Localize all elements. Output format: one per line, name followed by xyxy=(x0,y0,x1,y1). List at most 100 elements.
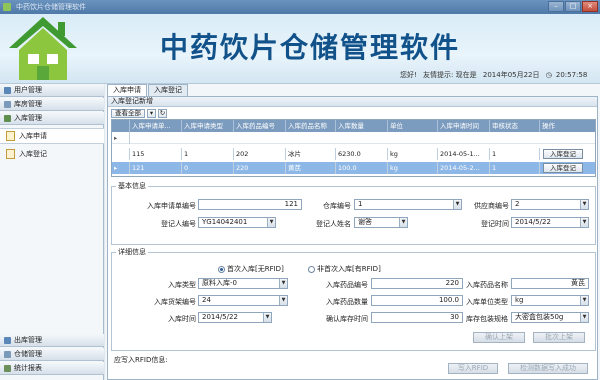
sidebar-item-inbound-register[interactable]: 入库登记 xyxy=(0,146,104,162)
sidebar-item-inbound-apply[interactable]: 入库申请 xyxy=(0,128,104,144)
basic-info-legend: 基本信息 xyxy=(118,182,146,190)
sidebar-group-inbound[interactable]: 入库管理 xyxy=(0,112,104,125)
sidebar-group-storage[interactable]: 仓储管理 xyxy=(0,348,104,361)
document-icon xyxy=(6,149,15,159)
chevron-down-icon[interactable]: ▼ xyxy=(453,200,461,209)
chevron-down-icon[interactable]: ▼ xyxy=(279,279,287,288)
grid-cell: 121 xyxy=(130,162,182,174)
write-rfid-button[interactable]: 写入RFID xyxy=(448,363,498,374)
chevron-down-icon[interactable]: ▼ xyxy=(580,313,588,322)
grid-header-cell[interactable]: 入库申请单... xyxy=(130,120,182,132)
grid-header-cell[interactable]: 操作 xyxy=(540,120,595,132)
registrar-name-select[interactable]: 谢答 ▼ xyxy=(354,217,408,228)
register-button[interactable]: 入库登记 xyxy=(543,163,583,173)
grid-cell: 1 xyxy=(490,162,540,174)
window-controls: – □ × xyxy=(548,1,598,12)
sidebar-group-outbound[interactable]: 出库管理 xyxy=(0,334,104,347)
minimize-button[interactable]: – xyxy=(548,1,564,12)
apply-no-label: 入库申请单编号 xyxy=(147,202,196,210)
chevron-down-icon[interactable]: ▼ xyxy=(267,218,275,227)
grid-header-cell[interactable]: 审核状态 xyxy=(490,120,540,132)
shelf-select[interactable]: 24 ▼ xyxy=(198,295,288,306)
sidebar-group-report[interactable]: 统计报表 xyxy=(0,362,104,375)
grid-action-cell: 入库登记 xyxy=(540,148,595,160)
shelf-label: 入库货架编号 xyxy=(154,298,196,306)
filter-icon[interactable]: ▾ xyxy=(147,109,156,118)
batch-shelve-button[interactable]: 批次上架 xyxy=(533,332,585,343)
unit-value: kg xyxy=(515,296,524,304)
time-text: 20:57:58 xyxy=(555,71,588,79)
grid-header-indicator xyxy=(112,120,130,132)
grid-header-cell[interactable]: 入库药品名称 xyxy=(286,120,336,132)
type-value: 原料入库-0 xyxy=(202,279,237,287)
maximize-button[interactable]: □ xyxy=(565,1,581,12)
table-row[interactable]: 115 1 202 冰片 6230.0 kg 2014-05-1... 1 入库… xyxy=(112,148,595,160)
grid-cell: kg xyxy=(388,162,438,174)
rfid-label: 应写入RFID信息: xyxy=(114,356,168,364)
chevron-down-icon[interactable]: ▼ xyxy=(263,313,271,322)
sidebar-group-label: 出库管理 xyxy=(14,336,42,344)
grid-cell: 黄芪 xyxy=(286,162,336,174)
supplier-select[interactable]: 2 ▼ xyxy=(511,199,589,210)
first-inbound-radio[interactable]: 首次入库[无RFID] xyxy=(218,264,284,274)
grid-cell: 冰片 xyxy=(286,148,336,160)
warehouse-select[interactable]: 1 ▼ xyxy=(354,199,462,210)
table-row-empty[interactable]: ▸ xyxy=(112,132,595,144)
drug-name-field[interactable]: 黄芪 xyxy=(511,278,589,289)
window-title: 中药饮片仓储管理软件 xyxy=(16,3,86,11)
non-first-inbound-radio[interactable]: 非首次入库[有RFID] xyxy=(308,264,381,274)
grid-header-cell[interactable]: 入库数量 xyxy=(336,120,388,132)
grid-cell: 0 xyxy=(182,162,234,174)
app-title: 中药饮片仓储管理软件 xyxy=(160,31,461,64)
chevron-down-icon[interactable]: ▼ xyxy=(580,218,588,227)
confirm-field[interactable]: 30 xyxy=(371,312,463,323)
content-panel: 入库登记新增 查看全部 ▾ ↻ 入库申请单... 入库申请类型 入库药品编号 入… xyxy=(107,96,598,380)
grid-header-cell[interactable]: 入库申请时间 xyxy=(438,120,490,132)
sidebar-group-label: 统计报表 xyxy=(14,364,42,372)
chevron-down-icon[interactable]: ▼ xyxy=(279,296,287,305)
grid-header-cell[interactable]: 单位 xyxy=(388,120,438,132)
refresh-icon[interactable]: ↻ xyxy=(158,109,167,118)
registrar-no-select[interactable]: YG14042401 ▼ xyxy=(198,217,276,228)
spec-select[interactable]: 大密盒包装50g ▼ xyxy=(511,312,589,323)
time-picker[interactable]: 2014/5/22 ▼ xyxy=(198,312,272,323)
chevron-down-icon[interactable]: ▼ xyxy=(580,296,588,305)
type-select[interactable]: 原料入库-0 ▼ xyxy=(198,278,288,289)
tip-label: 友情提示: 现在是 xyxy=(423,71,477,79)
grid-header-cell[interactable]: 入库药品编号 xyxy=(234,120,286,132)
reg-time-label: 登记时间 xyxy=(481,220,509,228)
chevron-down-icon[interactable]: ▼ xyxy=(580,200,588,209)
registrar-no-label: 登记人编号 xyxy=(161,220,196,228)
sidebar-group-warehouse[interactable]: 库房管理 xyxy=(0,98,104,111)
house-logo-icon xyxy=(9,17,77,80)
tab-inbound-apply[interactable]: 入库申请 xyxy=(107,84,147,96)
drug-no-field[interactable]: 220 xyxy=(371,278,463,289)
row-indicator xyxy=(112,148,130,160)
sidebar-group-label: 入库管理 xyxy=(14,114,42,122)
grid-header-cell[interactable]: 入库申请类型 xyxy=(182,120,234,132)
basic-info-group: 基本信息 xyxy=(111,181,596,245)
chevron-down-icon[interactable]: ▼ xyxy=(399,218,407,227)
tab-inbound-register[interactable]: 入库登记 xyxy=(148,84,188,96)
apply-no-field[interactable]: 121 xyxy=(198,199,302,210)
date-text: 2014年05月22日 xyxy=(482,71,540,79)
unit-select[interactable]: kg ▼ xyxy=(511,295,589,306)
spec-label: 库存包装规格 xyxy=(466,315,508,323)
qty-field[interactable]: 100.0 xyxy=(371,295,463,306)
close-button[interactable]: × xyxy=(582,1,598,12)
radio-label: 非首次入库[有RFID] xyxy=(317,265,381,273)
table-row-selected[interactable]: ▸ 121 0 220 黄芪 100.0 kg 2014-05-2... 1 入… xyxy=(112,162,595,174)
sidebar-group-label: 仓储管理 xyxy=(14,350,42,358)
reg-time-picker[interactable]: 2014/5/22 ▼ xyxy=(511,217,589,228)
grid-cell: 6230.0 xyxy=(336,148,388,160)
show-all-button[interactable]: 查看全部 xyxy=(111,109,145,118)
users-icon xyxy=(4,86,11,94)
confirm-shelve-button[interactable]: 确认上架 xyxy=(473,332,525,343)
sidebar-group-users[interactable]: 用户管理 xyxy=(0,84,104,97)
status-line: 您好! 友情提示: 现在是 2014年05月22日 ◷ 20:57:58 xyxy=(400,70,591,80)
confirm-label: 确认库存时间 xyxy=(326,315,368,323)
warehouse-label: 仓库编号 xyxy=(323,202,351,210)
radio-unchecked-icon xyxy=(308,265,315,273)
register-button[interactable]: 入库登记 xyxy=(543,149,583,159)
check-rfid-button[interactable]: 检测数据写入成功 xyxy=(508,363,588,374)
